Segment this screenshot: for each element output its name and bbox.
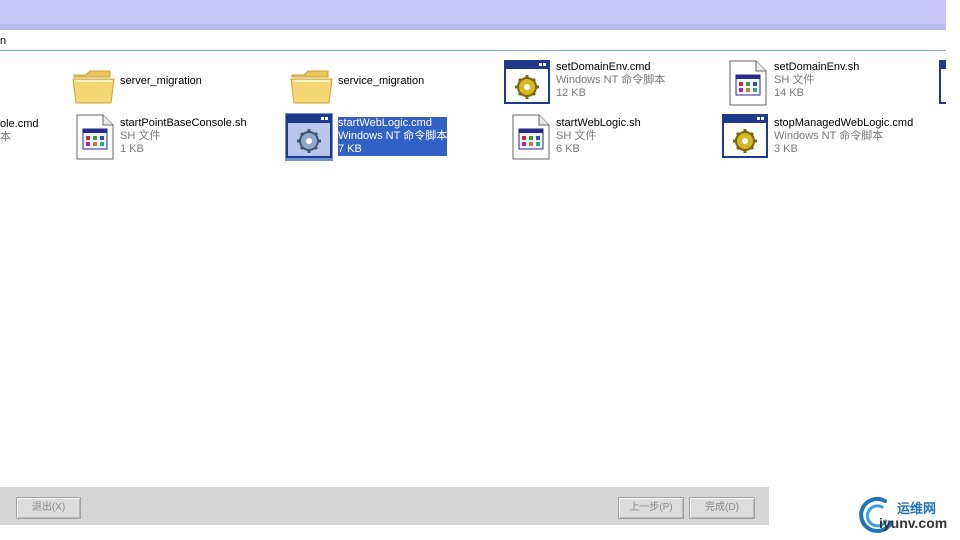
sh-file-icon (76, 114, 114, 160)
file-type: SH 文件 (774, 74, 815, 86)
watermark: 运维网 iyunv.com (855, 493, 955, 537)
file-name: service_migration (338, 75, 425, 87)
cmd-script-icon (722, 114, 768, 158)
file-item-setdomainenv-cmd[interactable]: setDomainEnv.cmd Windows NT 命令脚本 12 KB (503, 59, 683, 109)
file-name: ole.cmd (0, 118, 39, 130)
exit-button[interactable]: 退出(X) (16, 497, 81, 519)
file-type: SH 文件 (556, 130, 597, 142)
file-size: 7 KB (338, 143, 362, 155)
folder-icon (290, 70, 333, 104)
file-name: setDomainEnv.cmd (556, 61, 651, 73)
file-item-startweblogic-sh[interactable]: startWebLogic.sh SH 文件 6 KB (507, 113, 657, 163)
file-size: 3 KB (774, 143, 798, 155)
file-item-server-migration[interactable]: server_migration (70, 63, 210, 113)
window-title-band (0, 0, 946, 24)
file-size: 12 KB (556, 87, 586, 99)
watermark-text-en: iyunv.com (879, 515, 948, 531)
finish-button[interactable]: 完成(D) (689, 497, 755, 519)
file-size: 14 KB (774, 87, 804, 99)
cmd-script-icon (939, 60, 946, 104)
file-size: 6 KB (556, 143, 580, 155)
file-item-partial-right[interactable] (938, 59, 946, 109)
file-name: startPointBaseConsole.sh (120, 117, 247, 129)
file-type: Windows NT 命令脚本 (338, 130, 448, 142)
title-band-shadow (0, 24, 946, 30)
file-item-setdomainenv-sh[interactable]: setDomainEnv.sh SH 文件 14 KB (724, 59, 884, 109)
address-text: n (0, 35, 7, 47)
sh-file-icon (512, 114, 550, 160)
file-type: 本 (0, 131, 11, 143)
file-item-service-migration[interactable]: service_migration (288, 63, 438, 113)
file-type: SH 文件 (120, 130, 161, 142)
file-name: stopManagedWebLogic.cmd (774, 117, 914, 129)
file-name: server_migration (120, 75, 202, 87)
previous-button[interactable]: 上一步(P) (618, 497, 684, 519)
file-item-stopmanagedweblogic-cmd[interactable]: stopManagedWebLogic.cmd Windows NT 命令脚本 … (721, 113, 936, 163)
file-item-startweblogic-cmd[interactable]: startWebLogic.cmd Windows NT 命令脚本 7 KB (285, 113, 455, 163)
cmd-script-icon (285, 113, 333, 161)
file-name: setDomainEnv.sh (774, 61, 860, 73)
folder-icon (72, 70, 115, 104)
file-name: startWebLogic.cmd (338, 117, 432, 129)
file-name: startWebLogic.sh (556, 117, 641, 129)
file-type: Windows NT 命令脚本 (774, 130, 884, 142)
file-type: Windows NT 命令脚本 (556, 74, 666, 86)
cmd-script-icon (504, 60, 550, 104)
file-item-partial-left[interactable]: ole.cmd 本 (0, 115, 60, 165)
file-size: 1 KB (120, 143, 144, 155)
wizard-button-bar: 退出(X) 上一步(P) 完成(D) (0, 487, 769, 525)
address-bar[interactable]: n (0, 31, 946, 51)
file-item-startpointbaseconsole-sh[interactable]: startPointBaseConsole.sh SH 文件 1 KB (71, 113, 261, 163)
sh-file-icon (729, 60, 767, 106)
file-list: server_migration service_migration setDo… (0, 51, 946, 487)
window-right-edge (946, 0, 960, 540)
